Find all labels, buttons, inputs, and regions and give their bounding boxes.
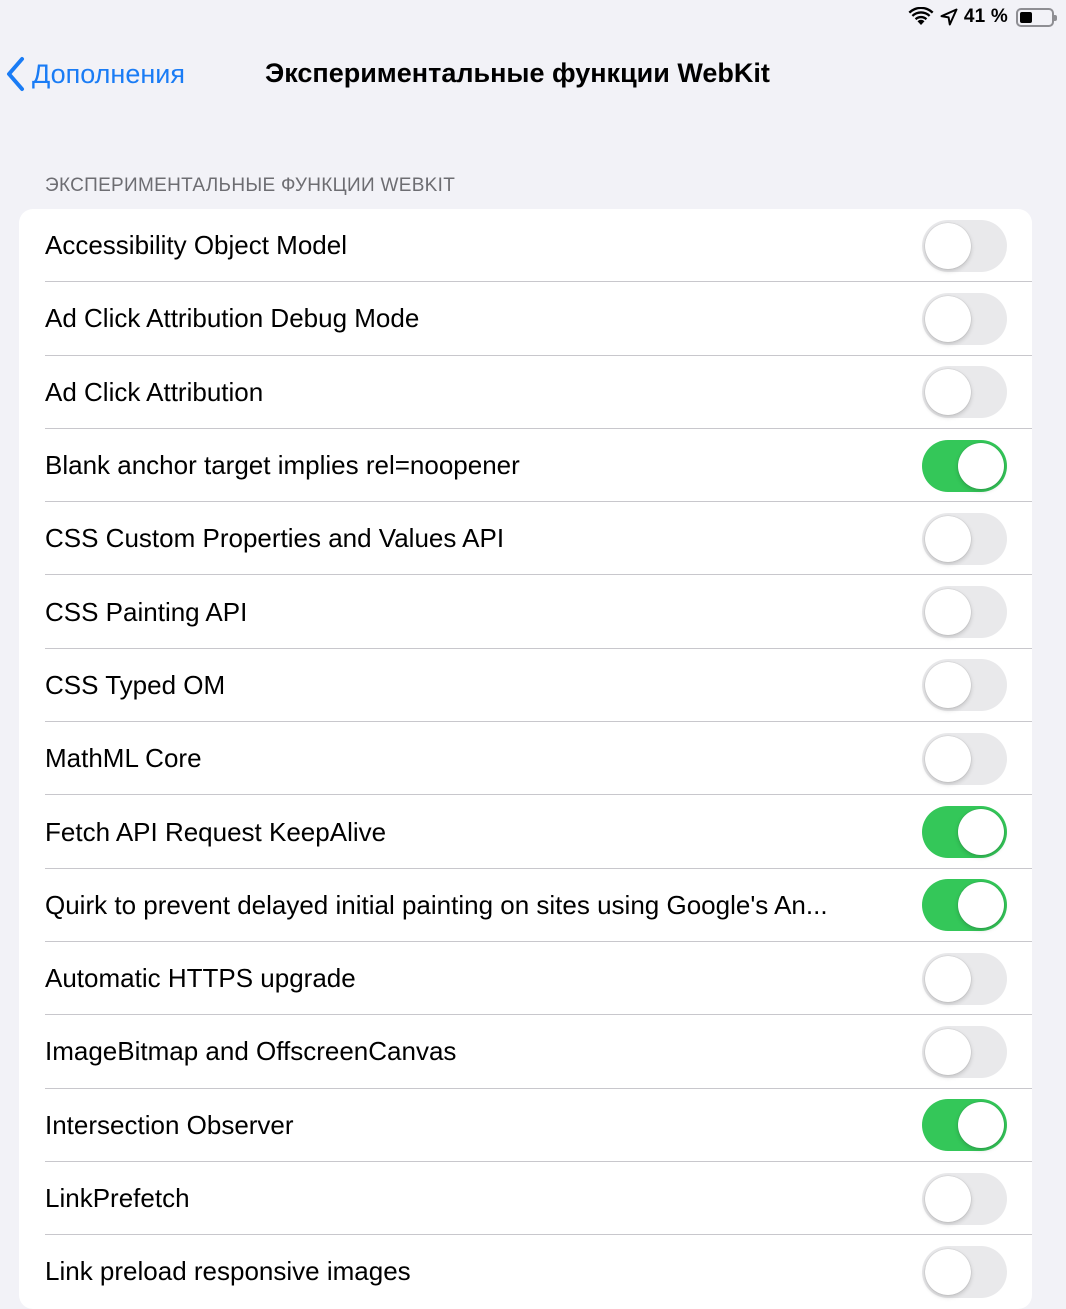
setting-row: Intersection Observer [19, 1089, 1032, 1163]
section-header: ЭКСПЕРИМЕНТАЛЬНЫЕ ФУНКЦИИ WEBKIT [45, 175, 456, 196]
setting-label: Automatic HTTPS upgrade [45, 963, 356, 994]
setting-label: Link preload responsive images [45, 1256, 411, 1287]
wifi-icon [908, 7, 934, 27]
settings-list: Accessibility Object Model Ad Click Attri… [19, 209, 1032, 1309]
toggle-knob [925, 369, 971, 416]
battery-level-fill [1020, 11, 1033, 23]
setting-label: ImageBitmap and OffscreenCanvas [45, 1036, 457, 1067]
setting-toggle[interactable] [922, 879, 1007, 932]
setting-label: Ad Click Attribution [45, 376, 264, 407]
setting-label: LinkPrefetch [45, 1183, 190, 1213]
setting-label: Quirk to prevent delayed initial paintin… [45, 889, 828, 920]
setting-toggle[interactable] [922, 366, 1007, 419]
setting-toggle[interactable] [922, 732, 1007, 785]
battery-percentage: 41 % [963, 6, 1008, 27]
setting-toggle[interactable] [922, 586, 1007, 639]
toggle-knob [958, 809, 1004, 856]
setting-toggle[interactable] [922, 1025, 1007, 1078]
setting-toggle[interactable] [922, 1245, 1007, 1298]
status-bar: 41 % [908, 0, 1066, 34]
setting-row: Accessibility Object Model [19, 209, 1032, 283]
setting-toggle[interactable] [922, 292, 1007, 345]
toggle-knob [925, 1248, 971, 1295]
setting-label: Blank anchor target implies rel=noopener [45, 450, 520, 481]
setting-toggle[interactable] [922, 1099, 1007, 1152]
navigation-bar: Дополнения Экспериментальные функции Web… [0, 48, 1066, 104]
setting-label: CSS Typed OM [45, 669, 226, 700]
toggle-knob [925, 1175, 971, 1222]
toggle-knob [958, 1102, 1004, 1149]
setting-row: Ad Click Attribution [19, 356, 1032, 430]
setting-label: MathML Core [45, 743, 202, 774]
setting-toggle[interactable] [922, 952, 1007, 1005]
toggle-knob [925, 295, 971, 342]
setting-row: Automatic HTTPS upgrade [19, 942, 1032, 1016]
setting-label: Intersection Observer [45, 1109, 294, 1140]
battery-icon [1016, 7, 1057, 27]
chevron-left-icon [7, 57, 24, 91]
toggle-knob [925, 589, 971, 636]
setting-row: Blank anchor target implies rel=noopener [19, 429, 1032, 503]
setting-row: CSS Painting API [19, 575, 1032, 650]
setting-toggle[interactable] [922, 806, 1007, 859]
setting-row: Ad Click Attribution Debug Mode [19, 282, 1032, 356]
setting-row: CSS Custom Properties and Values API [19, 502, 1032, 576]
setting-toggle[interactable] [922, 1172, 1007, 1225]
setting-toggle[interactable] [922, 512, 1007, 565]
toggle-knob [925, 662, 971, 709]
toggle-knob [925, 222, 971, 269]
toggle-knob [958, 882, 1004, 929]
toggle-knob [925, 515, 971, 562]
setting-label: Fetch API Request KeepAlive [45, 816, 387, 847]
toggle-knob [958, 442, 1004, 489]
setting-row: Fetch API Request KeepAlive [19, 795, 1032, 869]
toggle-knob [925, 1028, 971, 1075]
setting-row: MathML Core [19, 722, 1032, 796]
setting-row: Quirk to prevent delayed initial paintin… [19, 869, 1032, 943]
setting-toggle[interactable] [922, 219, 1007, 272]
back-button[interactable]: Дополнения [6, 56, 185, 92]
setting-label: Ad Click Attribution Debug Mode [45, 303, 420, 334]
setting-label: CSS Custom Properties and Values API [45, 523, 505, 554]
setting-row: LinkPrefetch [19, 1162, 1032, 1236]
setting-row: Link preload responsive images [19, 1235, 1032, 1308]
setting-row: CSS Typed OM [19, 649, 1032, 723]
setting-toggle[interactable] [922, 439, 1007, 492]
page-title: Экспериментальные функции WebKit [265, 58, 770, 88]
toggle-knob [925, 735, 971, 782]
setting-row: ImageBitmap and OffscreenCanvas [19, 1015, 1032, 1089]
toggle-knob [925, 955, 971, 1002]
setting-toggle[interactable] [922, 659, 1007, 712]
back-button-label: Дополнения [32, 58, 185, 89]
setting-label: Accessibility Object Model [45, 230, 347, 261]
location-arrow-icon [940, 8, 958, 26]
setting-label: CSS Painting API [45, 596, 248, 627]
